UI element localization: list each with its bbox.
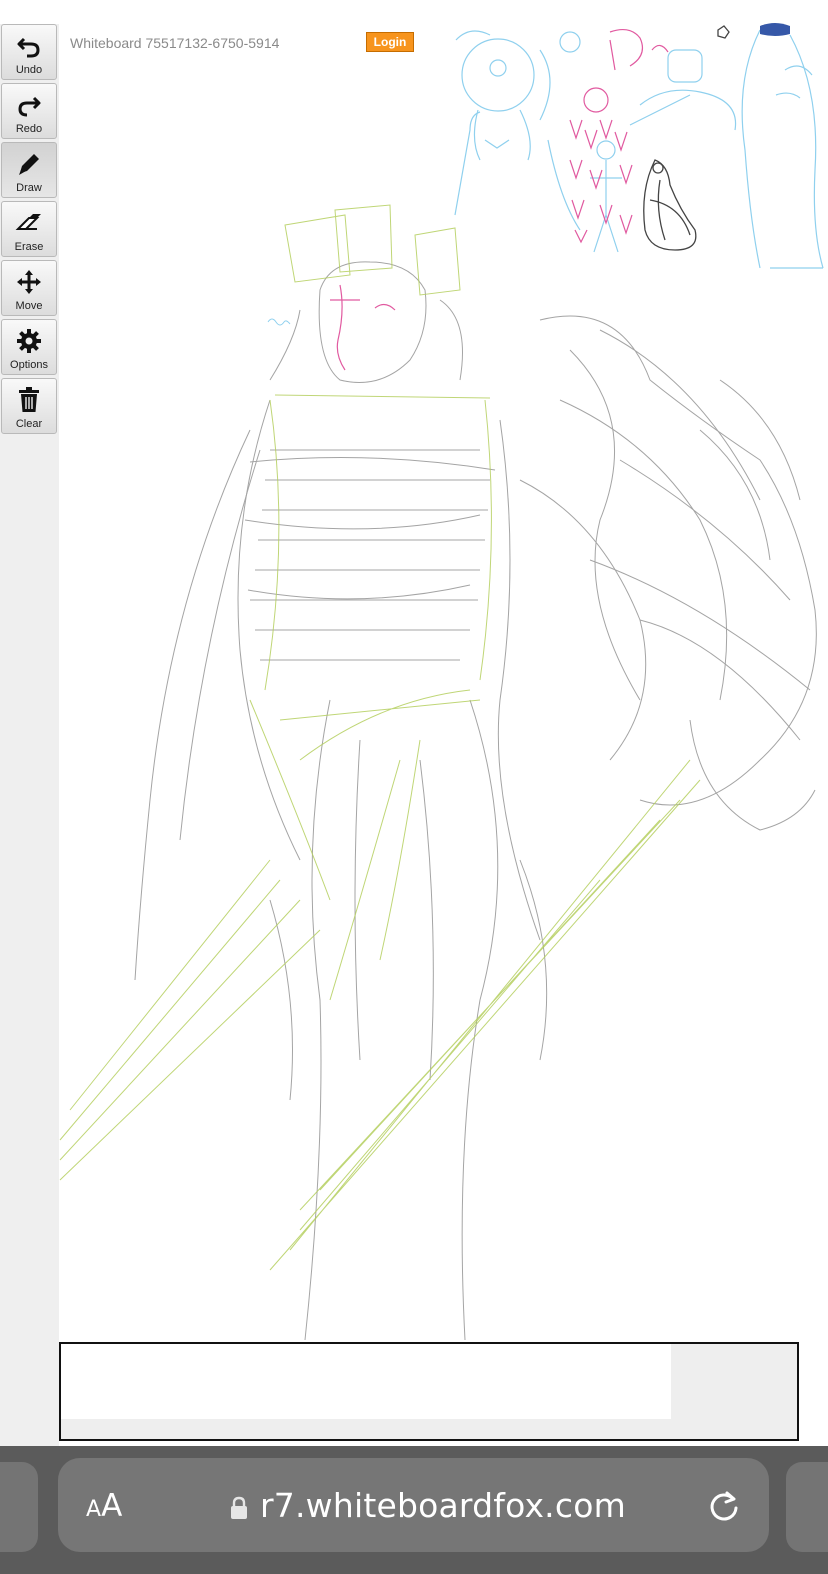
undo-label: Undo — [15, 64, 43, 76]
previous-tab-preview[interactable] — [0, 1462, 38, 1552]
text-size-small-letter: A — [86, 1497, 102, 1522]
blue-note — [267, 318, 291, 326]
reload-icon[interactable] — [706, 1488, 742, 1529]
pink-doodles — [330, 28, 669, 371]
text-size-button[interactable]: AA — [86, 1488, 122, 1524]
redo-label: Redo — [15, 123, 43, 135]
undo-button[interactable]: Undo — [1, 24, 57, 80]
draw-button[interactable]: Draw — [1, 142, 57, 198]
move-label: Move — [15, 300, 43, 312]
redo-button[interactable]: Redo — [1, 83, 57, 139]
erase-label: Erase — [14, 241, 44, 253]
login-button[interactable]: Login — [366, 32, 414, 52]
undo-icon — [14, 32, 44, 60]
clear-label: Clear — [15, 418, 43, 430]
browser-address-bar: AA r7.whiteboardfox.com — [0, 1446, 828, 1574]
lock-icon — [229, 1496, 249, 1525]
gray-figure — [134, 261, 817, 1341]
board-title: Whiteboard 75517132-6750-5914 — [70, 35, 280, 51]
whiteboard-canvas[interactable]: Whiteboard 75517132-6750-5914 Login Undo… — [0, 0, 828, 1446]
erase-button[interactable]: Erase — [1, 201, 57, 257]
clear-button[interactable]: Clear — [1, 378, 57, 434]
text-size-large-letter: A — [101, 1488, 123, 1524]
redo-icon — [14, 91, 44, 119]
gear-icon — [14, 327, 44, 355]
text-input-box[interactable] — [59, 1342, 799, 1441]
pencil-icon — [14, 150, 44, 178]
options-label: Options — [10, 359, 48, 371]
trash-icon — [14, 386, 44, 414]
tool-sidebar: Undo Redo Draw Erase Move Options Clear — [0, 24, 59, 1446]
url-field[interactable]: AA r7.whiteboardfox.com — [58, 1458, 769, 1552]
blue-doodles — [454, 29, 824, 269]
options-button[interactable]: Options — [1, 319, 57, 375]
blue-blob — [760, 23, 790, 36]
url-text: r7.whiteboardfox.com — [260, 1486, 626, 1525]
text-box-bottom-strip — [61, 1419, 797, 1439]
move-arrows-icon — [14, 268, 44, 296]
draw-label: Draw — [16, 182, 42, 194]
dark-doodle — [643, 25, 730, 251]
next-tab-preview[interactable] — [786, 1462, 828, 1552]
move-button[interactable]: Move — [1, 260, 57, 316]
eraser-icon — [14, 209, 44, 237]
green-lines — [59, 204, 701, 1271]
sketch-drawing — [59, 23, 824, 1341]
